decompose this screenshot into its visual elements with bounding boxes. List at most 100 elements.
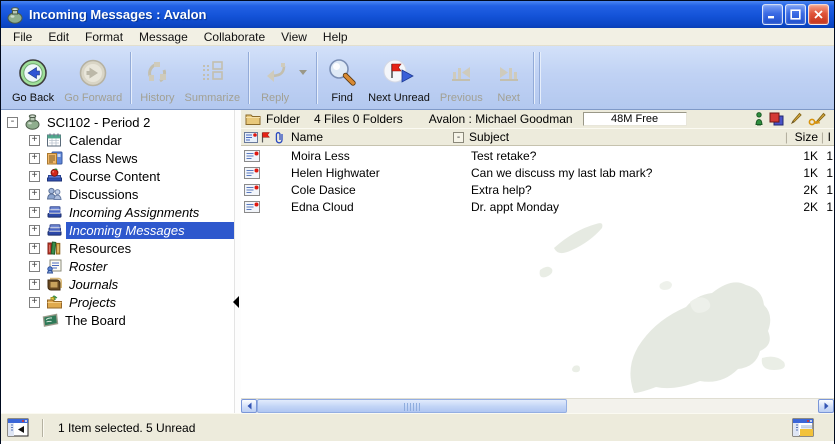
maximize-button[interactable] bbox=[785, 4, 806, 25]
menu-collaborate[interactable]: Collaborate bbox=[196, 29, 273, 45]
collapse-icon[interactable]: - bbox=[7, 117, 18, 128]
tree-item-label: Calendar bbox=[66, 132, 125, 149]
unread-message-icon bbox=[244, 201, 260, 213]
history-icon bbox=[142, 58, 172, 88]
roster-list-icon bbox=[46, 258, 63, 274]
folder-type-label: Folder bbox=[266, 112, 300, 126]
column-clipped[interactable]: I bbox=[828, 130, 831, 144]
go-back-icon bbox=[18, 58, 48, 88]
horizontal-scrollbar[interactable] bbox=[241, 398, 834, 413]
reply-button[interactable]: Reply bbox=[253, 49, 297, 107]
tree-item-calendar[interactable]: + Calendar bbox=[1, 131, 234, 149]
tree-item-discussions[interactable]: + Discussions bbox=[1, 185, 234, 203]
menu-edit[interactable]: Edit bbox=[40, 29, 77, 45]
close-button[interactable] bbox=[808, 4, 829, 25]
account-name: Avalon : Michael Goodman bbox=[429, 112, 573, 126]
scrollbar-thumb[interactable] bbox=[257, 399, 567, 413]
flag-column-icon[interactable] bbox=[261, 132, 271, 143]
expand-icon[interactable]: + bbox=[29, 171, 40, 182]
toggle-tree-panel-icon[interactable] bbox=[7, 418, 29, 437]
title-bar[interactable]: Incoming Messages : Avalon bbox=[1, 1, 834, 28]
expand-icon[interactable]: + bbox=[29, 225, 40, 236]
menu-bar: File Edit Format Message Collaborate Vie… bbox=[1, 28, 834, 46]
history-button[interactable]: History bbox=[135, 49, 179, 107]
go-forward-icon bbox=[78, 58, 108, 88]
unread-message-icon bbox=[244, 184, 260, 196]
panel-splitter[interactable] bbox=[234, 110, 241, 413]
tree-item-projects[interactable]: + Projects bbox=[1, 293, 234, 311]
expand-icon[interactable]: + bbox=[29, 261, 40, 272]
key-pencil-permission-icon bbox=[808, 112, 826, 126]
folder-counts: 4 Files 0 Folders bbox=[314, 112, 403, 126]
toggle-layout-icon[interactable] bbox=[792, 418, 814, 437]
column-size[interactable]: Size bbox=[795, 130, 818, 144]
message-clipped-cell: 1 bbox=[826, 149, 833, 163]
message-row[interactable]: Helen Highwater Can we discuss my last l… bbox=[241, 165, 834, 182]
column-header-row: Name - Subject | Size | I bbox=[241, 128, 834, 146]
tree-item-label: Incoming Assignments bbox=[66, 204, 202, 221]
go-back-button[interactable]: Go Back bbox=[7, 49, 59, 107]
expand-icon[interactable]: + bbox=[29, 297, 40, 308]
next-unread-button[interactable]: Next Unread bbox=[363, 49, 435, 107]
menu-file[interactable]: File bbox=[5, 29, 40, 45]
column-name[interactable]: Name bbox=[291, 130, 323, 144]
menu-help[interactable]: Help bbox=[315, 29, 356, 45]
tree-item-label: Class News bbox=[66, 150, 141, 167]
message-row[interactable]: Moira Less Test retake? 1K 1 bbox=[241, 148, 834, 165]
message-sender: Edna Cloud bbox=[291, 200, 354, 214]
toolbar: Go Back Go Forward History bbox=[1, 46, 834, 110]
tree-item-label: Course Content bbox=[66, 168, 163, 185]
reply-dropdown-arrow[interactable] bbox=[297, 49, 313, 107]
menu-format[interactable]: Format bbox=[77, 29, 131, 45]
go-forward-button[interactable]: Go Forward bbox=[59, 49, 127, 107]
groups-permission-icon bbox=[769, 112, 784, 126]
expand-icon[interactable]: + bbox=[29, 279, 40, 290]
tree-item-label: Journals bbox=[66, 276, 121, 293]
message-size: 1K bbox=[778, 166, 818, 180]
tree-item-resources[interactable]: + Resources bbox=[1, 239, 234, 257]
expand-icon[interactable]: + bbox=[29, 243, 40, 254]
scroll-right-arrow-icon bbox=[823, 402, 830, 410]
scroll-left-arrow-icon bbox=[246, 402, 253, 410]
subject-collapse-icon[interactable]: - bbox=[453, 132, 464, 143]
message-type-column-icon[interactable] bbox=[244, 132, 258, 143]
message-clipped-cell: 1 bbox=[826, 183, 833, 197]
scroll-left-button[interactable] bbox=[241, 399, 257, 413]
find-icon bbox=[326, 57, 358, 89]
tree-item-incoming-messages[interactable]: + Incoming Messages bbox=[1, 221, 234, 239]
tree-item-sci102[interactable]: - SCI102 - Period 2 bbox=[1, 113, 234, 131]
next-button[interactable]: Next bbox=[488, 49, 530, 107]
tree-item-label-selected: Incoming Messages bbox=[66, 222, 234, 239]
column-divider: | bbox=[821, 130, 824, 144]
expand-icon[interactable]: + bbox=[29, 207, 40, 218]
menu-message[interactable]: Message bbox=[131, 29, 196, 45]
island-map-watermark bbox=[514, 208, 834, 398]
expand-icon[interactable]: + bbox=[29, 135, 40, 146]
expand-icon[interactable]: + bbox=[29, 153, 40, 164]
tree-item-journals[interactable]: + Journals bbox=[1, 275, 234, 293]
column-subject[interactable]: Subject bbox=[469, 130, 509, 144]
message-size: 1K bbox=[778, 149, 818, 163]
tree-item-class-news[interactable]: + Class News bbox=[1, 149, 234, 167]
message-row[interactable]: Edna Cloud Dr. appt Monday 2K 1 bbox=[241, 199, 834, 216]
tree-item-incoming-assignments[interactable]: + Incoming Assignments bbox=[1, 203, 234, 221]
scroll-right-button[interactable] bbox=[818, 399, 834, 413]
books-stack-icon bbox=[46, 204, 63, 220]
find-button[interactable]: Find bbox=[321, 49, 363, 107]
minimize-button[interactable] bbox=[762, 4, 783, 25]
summarize-button[interactable]: Summarize bbox=[180, 49, 246, 107]
tree-item-roster[interactable]: + Roster bbox=[1, 257, 234, 275]
message-row[interactable]: Cole Dasice Extra help? 2K 1 bbox=[241, 182, 834, 199]
collapse-panel-arrow-icon[interactable] bbox=[233, 296, 239, 308]
attachment-column-icon[interactable] bbox=[275, 131, 284, 144]
library-books-icon bbox=[46, 240, 63, 256]
message-list: Moira Less Test retake? 1K 1 Helen Highw… bbox=[241, 146, 834, 398]
apple-books-icon bbox=[46, 168, 63, 184]
menu-view[interactable]: View bbox=[273, 29, 315, 45]
previous-button[interactable]: Previous bbox=[435, 49, 488, 107]
tree-item-the-board[interactable]: The Board bbox=[1, 311, 234, 329]
tree-item-course-content[interactable]: + Course Content bbox=[1, 167, 234, 185]
expand-icon[interactable]: + bbox=[29, 189, 40, 200]
column-divider: | bbox=[785, 130, 788, 144]
tree-item-label: Resources bbox=[66, 240, 134, 257]
